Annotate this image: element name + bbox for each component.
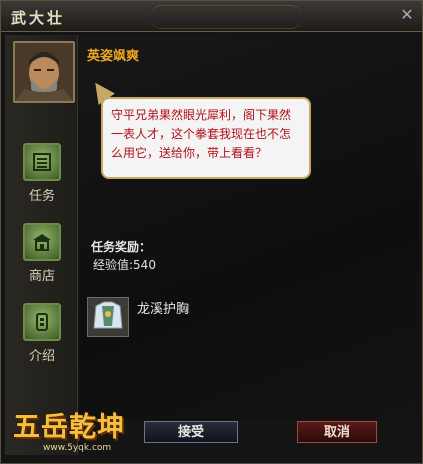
npc-portrait (13, 41, 75, 103)
reward-item-icon[interactable] (87, 297, 129, 337)
accept-button[interactable]: 接受 (144, 421, 238, 443)
reward-item-name: 龙溪护胸 (137, 302, 190, 317)
sidebar-label: 任务 (28, 189, 55, 204)
reward-heading: 任务奖励： (91, 240, 152, 254)
dialog-text: 守平兄弟果然眼光犀利，阁下果然一表人才，这个拳套我现在也不怎么用它，送给你，带上… (111, 108, 292, 160)
scroll-icon (23, 143, 61, 181)
npc-speaker-name: 英姿飒爽 (87, 49, 140, 64)
window-title: 武大壮 (11, 9, 66, 27)
speech-bubble-tail (87, 77, 115, 105)
info-icon (23, 303, 61, 341)
npc-sidebar: 任务 商店 介绍 (5, 35, 78, 455)
game-logo: 五岳乾坤 (13, 412, 125, 443)
reward-exp: 经验值:540 (93, 258, 156, 272)
dialog-content: 英姿飒爽 守平兄弟果然眼光犀利，阁下果然一表人才，这个拳套我现在也不怎么用它，送… (79, 35, 419, 420)
quest-dialog-window: 武大壮 ✕ 任务 商店 介绍 英姿飒爽 守平兄弟果然眼光犀利，阁下果然一表人才，… (0, 0, 423, 464)
sidebar-label: 商店 (28, 269, 55, 284)
game-logo-url: www.5yqk.com (43, 443, 112, 453)
sidebar-button-info[interactable]: 介绍 (20, 303, 64, 364)
title-bar[interactable]: 武大壮 ✕ (1, 1, 422, 32)
sidebar-button-shop[interactable]: 商店 (20, 223, 64, 284)
cancel-button[interactable]: 取消 (297, 421, 377, 443)
shop-icon (23, 223, 61, 261)
sidebar-label: 介绍 (28, 349, 55, 364)
speech-bubble: 守平兄弟果然眼光犀利，阁下果然一表人才，这个拳套我现在也不怎么用它，送给你，带上… (87, 77, 311, 179)
close-icon[interactable]: ✕ (398, 6, 416, 24)
title-ornament (151, 5, 301, 29)
sidebar-button-quest[interactable]: 任务 (20, 143, 64, 204)
